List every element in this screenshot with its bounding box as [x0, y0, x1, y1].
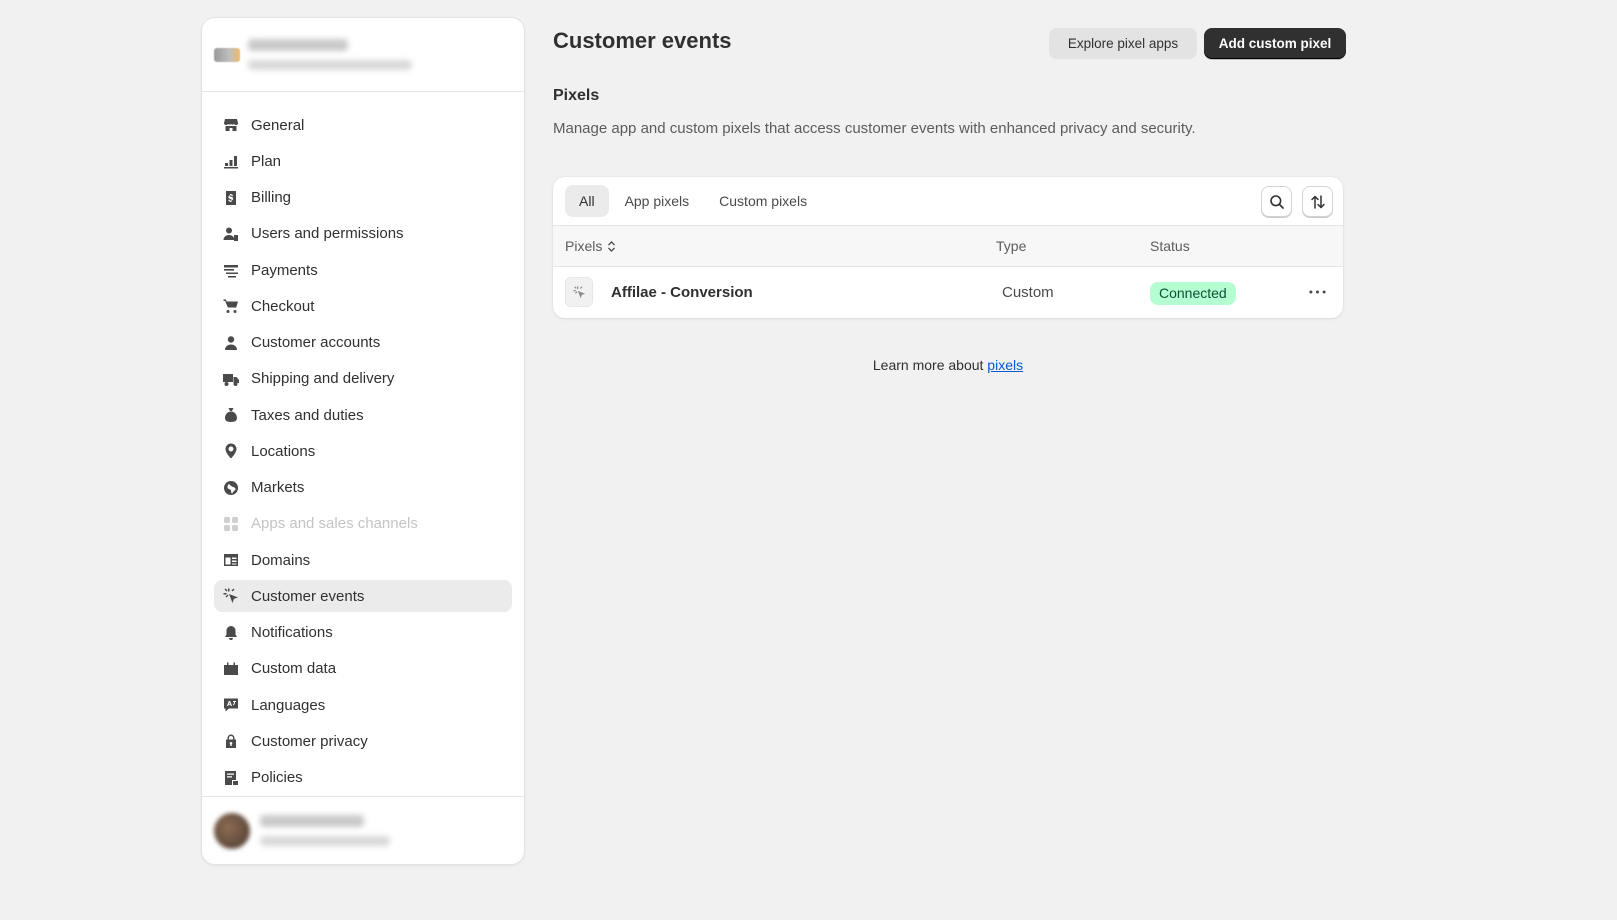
user-account-menu[interactable]	[202, 796, 524, 864]
sort-button[interactable]	[1302, 186, 1333, 217]
sidebar-item-general[interactable]: General	[214, 109, 512, 141]
store-logo	[214, 47, 240, 62]
sidebar-item-customer-privacy[interactable]: Customer privacy	[214, 725, 512, 757]
store-switcher[interactable]	[202, 18, 524, 92]
billing-icon	[222, 189, 240, 207]
cursor-click-icon	[572, 285, 585, 298]
sidebar-item-label: Customer accounts	[251, 334, 381, 351]
sidebar-item-label: Checkout	[251, 297, 315, 315]
avatar	[214, 812, 250, 849]
sidebar-item-custom-data[interactable]: Custom data	[214, 653, 512, 685]
pixels-section-title: Pixels	[553, 87, 600, 104]
apps-icon	[222, 515, 240, 533]
search-icon	[1269, 194, 1284, 209]
sidebar-item-customer-events[interactable]: Customer events	[214, 580, 512, 613]
status-badge: Connected	[1150, 282, 1236, 305]
pixels-table-card: All App pixels Custom pixels Pixels Type…	[553, 177, 1343, 318]
store-info-blurred	[248, 39, 412, 70]
sidebar-item-billing[interactable]: Billing	[214, 182, 512, 214]
sidebar-item-label: Apps and sales channels	[251, 515, 418, 533]
sidebar-item-label: Markets	[251, 479, 305, 496]
sidebar-item-checkout[interactable]: Checkout	[214, 290, 512, 322]
store-icon	[222, 116, 240, 134]
languages-icon	[222, 696, 240, 714]
table-row[interactable]: Affilae - Conversion Custom Connected	[553, 267, 1343, 317]
sidebar-item-label: Billing	[251, 189, 292, 206]
sidebar-item-label: Taxes and duties	[251, 406, 364, 424]
tab-app-pixels[interactable]: App pixels	[611, 185, 704, 217]
pixels-help-link[interactable]: pixels	[987, 357, 1023, 373]
truck-icon	[222, 370, 240, 388]
lock-icon	[222, 732, 240, 750]
sidebar-item-customer-accounts[interactable]: Customer accounts	[214, 327, 512, 359]
user-info-blurred	[260, 815, 390, 846]
sidebar-item-label: Customer privacy	[251, 732, 368, 750]
sidebar-item-users-and-permissions[interactable]: Users and permissions	[214, 218, 512, 250]
sidebar-item-label: Domains	[251, 551, 311, 569]
tab-custom-pixels[interactable]: Custom pixels	[705, 185, 821, 217]
column-header-pixels[interactable]: Pixels	[565, 238, 616, 254]
sidebar-item-label: Locations	[251, 442, 316, 460]
sidebar-item-label: Users and permissions	[251, 225, 404, 243]
tab-all[interactable]: All	[565, 185, 609, 217]
sidebar-item-label: Custom data	[251, 660, 337, 678]
sort-toggle-icon	[608, 240, 616, 252]
sidebar-item-notifications[interactable]: Notifications	[214, 617, 512, 649]
domains-icon	[222, 551, 240, 569]
sidebar-item-label: Payments	[251, 261, 318, 279]
sidebar-item-label: Customer events	[251, 587, 365, 605]
sidebar-item-payments[interactable]: Payments	[214, 254, 512, 286]
sidebar-item-locations[interactable]: Locations	[214, 435, 512, 467]
pixels-section-description: Manage app and custom pixels that access…	[553, 120, 1196, 137]
column-header-status: Status	[1150, 238, 1190, 254]
sidebar-item-taxes-and-duties[interactable]: Taxes and duties	[214, 399, 512, 431]
sidebar-item-label: Policies	[251, 769, 303, 786]
column-header-label: Pixels	[565, 238, 603, 254]
more-actions-button[interactable]	[1305, 282, 1329, 302]
person-icon	[222, 334, 240, 352]
policies-icon	[222, 769, 240, 787]
filter-tabs: All App pixels Custom pixels	[553, 177, 1343, 226]
custom-data-icon	[222, 660, 240, 678]
sidebar-item-label: Notifications	[251, 624, 333, 641]
pixel-type: Custom	[1002, 284, 1054, 301]
pixel-name[interactable]: Affilae - Conversion	[611, 284, 753, 301]
sidebar-item-policies[interactable]: Policies	[214, 762, 512, 794]
learn-more-note: Learn more about pixels	[553, 357, 1343, 373]
learn-more-text: Learn more about	[872, 357, 988, 373]
page-title: Customer events	[553, 28, 732, 53]
table-header: Pixels Type Status	[553, 226, 1343, 267]
taxes-icon	[222, 406, 240, 424]
add-custom-pixel-button[interactable]: Add custom pixel	[1204, 28, 1346, 59]
payments-icon	[222, 261, 240, 279]
sidebar-item-label: Languages	[251, 696, 326, 714]
sidebar-item-label: General	[251, 116, 305, 134]
explore-pixel-apps-button[interactable]: Explore pixel apps	[1049, 28, 1197, 59]
settings-sidebar: General Plan Billing Users and permissio…	[201, 17, 525, 865]
bell-icon	[222, 624, 240, 642]
sort-arrows-icon	[1310, 194, 1325, 209]
cart-icon	[222, 297, 240, 315]
cursor-click-icon	[222, 587, 240, 605]
ellipsis-icon	[1308, 290, 1326, 294]
plan-icon	[222, 152, 240, 170]
sidebar-item-markets[interactable]: Markets	[214, 472, 512, 504]
sidebar-item-apps-and-sales-channels[interactable]: Apps and sales channels	[214, 508, 512, 540]
globe-icon	[222, 479, 240, 497]
sidebar-item-label: Shipping and delivery	[251, 370, 395, 388]
search-button[interactable]	[1261, 186, 1292, 217]
users-icon	[222, 225, 240, 243]
sidebar-item-languages[interactable]: Languages	[214, 689, 512, 721]
sidebar-item-domains[interactable]: Domains	[214, 544, 512, 576]
sidebar-item-plan[interactable]: Plan	[214, 145, 512, 177]
pixel-thumbnail	[565, 277, 593, 307]
column-header-type: Type	[996, 238, 1027, 254]
sidebar-item-shipping-and-delivery[interactable]: Shipping and delivery	[214, 363, 512, 395]
location-pin-icon	[222, 442, 240, 460]
settings-nav: General Plan Billing Users and permissio…	[202, 92, 524, 794]
sidebar-item-label: Plan	[251, 152, 282, 170]
